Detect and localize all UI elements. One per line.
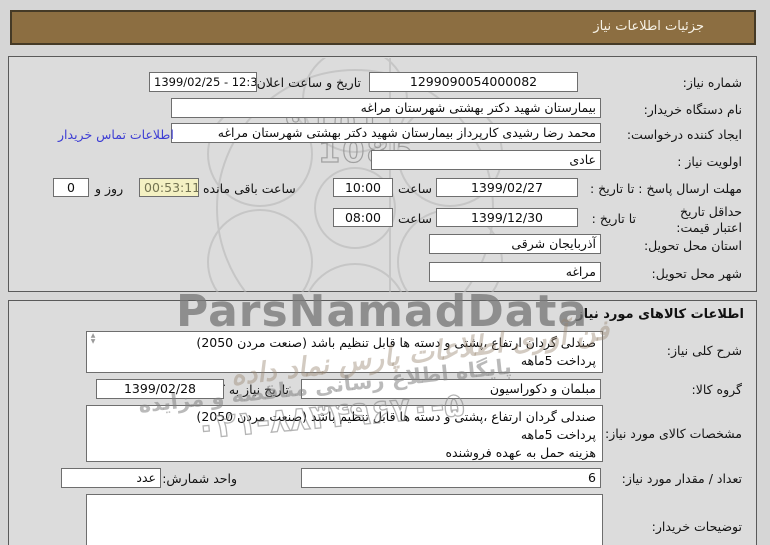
goods-group-field[interactable]: مبلمان و دکوراسیون	[301, 379, 601, 399]
remaining-label: ساعت باقی مانده	[203, 181, 296, 196]
general-desc-label: شرح کلی نیاز:	[666, 343, 742, 358]
textarea-scrollbar[interactable]: ▲ ▼	[88, 333, 98, 345]
deadline-date-field[interactable]: 1399/02/27	[436, 178, 578, 197]
buyer-notes-textarea[interactable]	[86, 494, 603, 545]
need-date-field[interactable]: 1399/02/28	[96, 379, 224, 399]
need-number-label: شماره نیاز:	[682, 75, 742, 90]
specs-label: مشخصات کالای مورد نیاز:	[605, 426, 742, 441]
days-and-label: روز و	[95, 181, 124, 196]
need-details-page: 9101 1085 جزئیات اطلاعات نیاز شماره نیاز…	[0, 0, 770, 545]
validity-until-label: تا تاریخ :	[591, 211, 636, 226]
province-label: استان محل تحویل:	[643, 238, 742, 253]
city-field[interactable]: مراغه	[429, 262, 601, 282]
need-number-field[interactable]: 1299090054000082	[369, 72, 578, 92]
province-field[interactable]: آذربایجان شرقی	[429, 234, 601, 254]
deadline-label: مهلت ارسال پاسخ : تا تاریخ :	[590, 181, 742, 196]
need-info-panel: شماره نیاز: 1299090054000082 تاریخ و ساع…	[8, 56, 757, 292]
validity-hour-label: ساعت	[398, 211, 433, 226]
buyer-notes-label: توضیحات خریدار:	[651, 519, 742, 534]
goods-section-title: اطلاعات کالاهای مورد نیاز	[576, 307, 744, 322]
qty-label: تعداد / مقدار مورد نیاز:	[621, 471, 742, 486]
priority-label: اولویت نیاز :	[677, 154, 742, 169]
validity-date-field[interactable]: 1399/12/30	[436, 208, 578, 227]
city-label: شهر محل تحویل:	[651, 266, 742, 281]
requester-field[interactable]: محمد رضا رشیدی کارپرداز بیمارستان شهید د…	[171, 123, 601, 143]
general-desc-textarea[interactable]: صندلی گردان ارتفاع ،پشتی و دسته ها قابل …	[86, 331, 603, 373]
days-remaining-field[interactable]: 0	[53, 178, 89, 197]
specs-textarea[interactable]: صندلی گردان ارتفاع ،پشتی و دسته ها قابل …	[86, 405, 603, 462]
deadline-hour-label: ساعت	[398, 181, 433, 196]
unit-field[interactable]: عدد	[61, 468, 161, 488]
buyer-org-label: نام دستگاه خریدار:	[643, 102, 742, 117]
goods-group-label: گروه کالا:	[691, 382, 742, 397]
buyer-org-field[interactable]: بیمارستان شهید دکتر بهشتی شهرستان مراغه	[171, 98, 601, 118]
unit-label: واحد شمارش:	[162, 471, 237, 486]
goods-info-panel: اطلاعات کالاهای مورد نیاز شرح کلی نیاز: …	[8, 300, 757, 545]
buyer-contact-link[interactable]: اطلاعات تماس خریدار	[58, 127, 174, 142]
priority-field[interactable]: عادی	[371, 150, 601, 170]
announce-datetime-field[interactable]: 1399/02/25 - 12:34	[149, 72, 257, 92]
deadline-time-field[interactable]: 10:00	[333, 178, 393, 197]
requester-label: ایجاد کننده درخواست:	[626, 127, 742, 142]
countdown-field: 00:53:11	[139, 178, 199, 197]
qty-field[interactable]: 6	[301, 468, 601, 488]
page-title: جزئیات اطلاعات نیاز	[593, 19, 704, 34]
validity-label: حداقل تاریخ اعتبار قیمت:	[676, 204, 742, 235]
page-title-bar: جزئیات اطلاعات نیاز	[10, 10, 756, 45]
validity-time-field[interactable]: 08:00	[333, 208, 393, 227]
